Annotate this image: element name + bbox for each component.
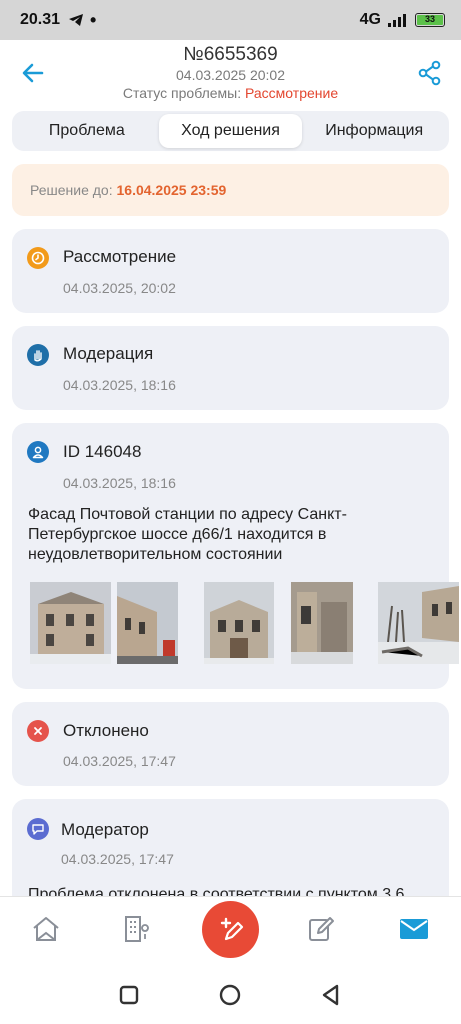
photo-thumbnail[interactable]	[378, 582, 459, 664]
network-type: 4G	[359, 11, 381, 28]
edit-icon[interactable]	[303, 911, 339, 947]
problem-number: №6655369	[183, 44, 278, 65]
battery-icon: 33	[415, 13, 445, 27]
photo-thumbnail[interactable]	[30, 582, 111, 664]
report-description: Фасад Почтовой станции по адресу Санкт-П…	[28, 506, 347, 563]
battery-level: 33	[417, 15, 443, 25]
status-time: 20.31	[20, 11, 61, 28]
timeline-date: 04.03.2025, 17:47	[63, 753, 176, 769]
status-label: Статус проблемы:	[122, 85, 242, 101]
bottom-nav	[0, 896, 461, 970]
signal-icon	[388, 14, 406, 27]
tab-bar: Проблема Ход решения Информация	[12, 111, 449, 151]
deadline-value: 16.04.2025 23:59	[116, 182, 227, 198]
timeline-card-rejected: Отклонено 04.03.2025, 17:47	[12, 702, 449, 786]
tab-problem[interactable]: Проблема	[15, 114, 159, 148]
problem-date: 04.03.2025 20:02	[176, 67, 285, 83]
recent-apps-icon[interactable]	[116, 982, 142, 1008]
status-bar: 20.31 • 4G 33	[0, 0, 461, 40]
more-dots-icon: •	[90, 9, 97, 30]
tab-info[interactable]: Информация	[302, 114, 446, 148]
photo-thumbnail[interactable]	[117, 582, 198, 664]
timeline-card-user-report: ID 146048 04.03.2025, 18:16 Фасад Почтов…	[12, 423, 459, 689]
system-nav	[0, 970, 461, 1024]
timeline-card-moderation: Модерация 04.03.2025, 18:16	[12, 326, 449, 410]
timeline-title: Отклонено	[63, 721, 149, 740]
timeline-card-review: Рассмотрение 04.03.2025, 20:02	[12, 229, 449, 313]
close-circle-icon	[27, 720, 49, 742]
deadline-banner: Решение до: 16.04.2025 23:59	[12, 164, 449, 216]
mail-icon[interactable]	[396, 911, 432, 947]
status-value: Рассмотрение	[245, 85, 339, 101]
plus-pen-icon	[220, 917, 243, 940]
timeline-title: Рассмотрение	[63, 247, 177, 266]
timeline-title: Модератор	[61, 820, 149, 839]
timeline-title: ID 146048	[63, 442, 142, 461]
home-icon[interactable]	[28, 911, 64, 947]
create-problem-button[interactable]	[202, 901, 259, 958]
timeline-date: 04.03.2025, 20:02	[63, 280, 176, 296]
problem-status: Статус проблемы: Рассмотрение	[0, 85, 461, 101]
back-triangle-icon[interactable]	[318, 982, 344, 1008]
hand-icon	[27, 344, 49, 366]
share-icon[interactable]	[417, 60, 443, 86]
timeline-date: 04.03.2025, 17:47	[61, 851, 174, 867]
home-circle-icon[interactable]	[217, 982, 243, 1008]
timeline-card-moderator: Модератор 04.03.2025, 17:47 Проблема отк…	[12, 799, 449, 909]
deadline-label: Решение до:	[30, 182, 113, 198]
photo-thumbnail[interactable]	[204, 582, 285, 664]
photo-gallery	[30, 582, 459, 664]
clock-icon	[27, 247, 49, 269]
user-icon	[27, 441, 49, 463]
photo-thumbnail[interactable]	[291, 582, 372, 664]
header: №6655369 04.03.2025 20:02 Статус проблем…	[0, 40, 461, 106]
building-map-icon[interactable]	[118, 911, 154, 947]
tab-progress[interactable]: Ход решения	[158, 114, 303, 148]
timeline-title: Модерация	[63, 344, 154, 363]
timeline-date: 04.03.2025, 18:16	[63, 475, 176, 491]
telegram-icon	[69, 14, 84, 26]
timeline-date: 04.03.2025, 18:16	[63, 377, 176, 393]
chat-icon	[27, 818, 49, 840]
